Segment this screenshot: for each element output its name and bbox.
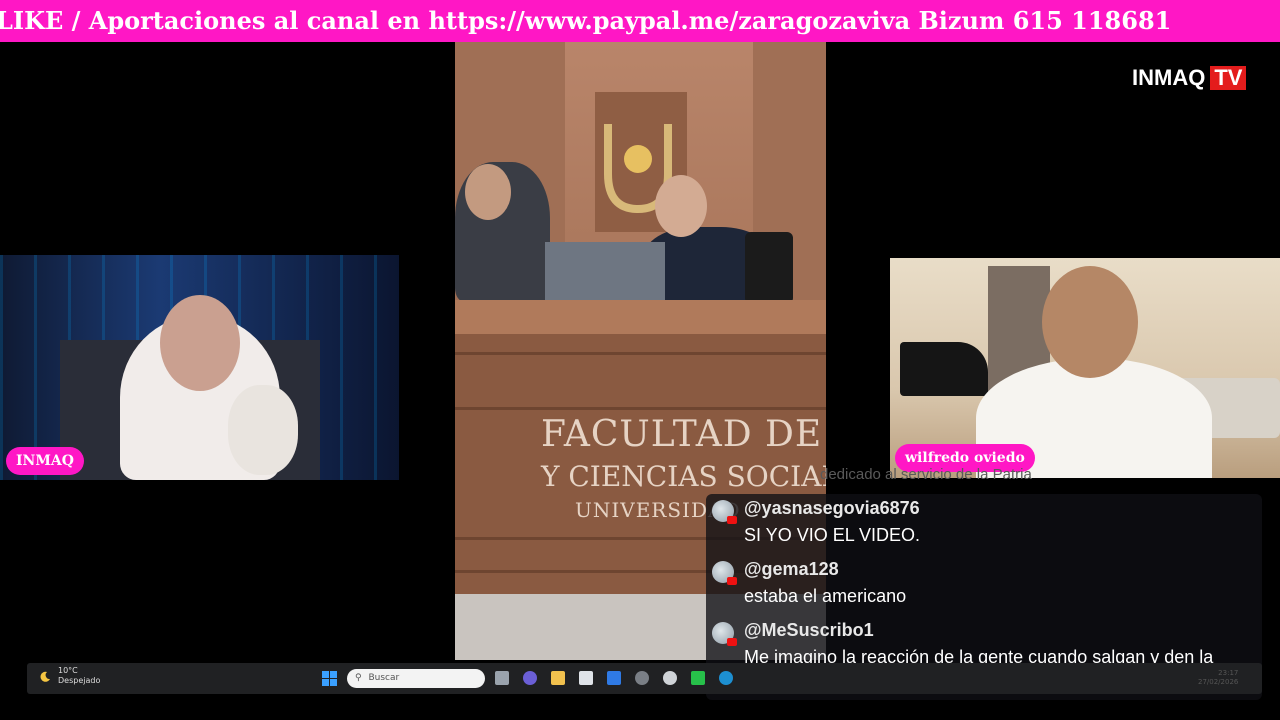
- chat-avatar: [712, 561, 737, 585]
- logo-tv: TV: [1210, 66, 1247, 90]
- weather-temperature: 10°C: [58, 666, 78, 675]
- facade-text-line1: FACULTAD DE: [541, 414, 823, 455]
- guest-head: [1042, 266, 1138, 378]
- desk-line: [455, 352, 826, 355]
- ticker-text: LIKE / Aportaciones al canal en https://…: [0, 6, 1172, 35]
- teams-icon[interactable]: [523, 671, 537, 685]
- mail-icon[interactable]: [607, 671, 621, 685]
- windows-start-icon[interactable]: [322, 671, 337, 686]
- chat-author: @MeSuscribo1: [744, 620, 874, 640]
- app-icon[interactable]: [663, 671, 677, 685]
- search-placeholder: Buscar: [368, 673, 400, 683]
- chat-author: @gema128: [744, 559, 839, 579]
- file-explorer-icon[interactable]: [551, 671, 565, 685]
- chat-avatar: [712, 500, 737, 524]
- plush-toy: [228, 385, 298, 475]
- host-name-tag: INMAQ: [6, 447, 84, 475]
- host-webcam: INMAQ: [0, 255, 399, 480]
- chair: [745, 232, 793, 304]
- laptop: [545, 242, 665, 304]
- youtube-badge-icon: [727, 516, 737, 524]
- youtube-badge-icon: [727, 638, 737, 646]
- desk-line: [455, 407, 826, 410]
- task-view-icon[interactable]: [495, 671, 509, 685]
- app-icon[interactable]: [635, 671, 649, 685]
- clock-time: 23:17: [1218, 669, 1239, 677]
- app-icon[interactable]: [691, 671, 705, 685]
- desk-top: [455, 300, 826, 334]
- panelist-left-head: [465, 164, 511, 220]
- moon-icon: [40, 671, 50, 682]
- host-head: [160, 295, 240, 391]
- donation-ticker: LIKE / Aportaciones al canal en https://…: [0, 0, 1280, 42]
- channel-logo: INMAQ TV: [1132, 64, 1247, 92]
- chat-faded-message: dedicado al servicio de la Patria: [820, 466, 1032, 483]
- chat-author: @yasnasegovia6876: [744, 498, 920, 518]
- search-icon: ⚲: [355, 673, 362, 683]
- chat-avatar: [712, 622, 737, 646]
- chat-text: estaba el americano: [744, 586, 907, 606]
- weather-widget[interactable]: 10°C Despejado: [58, 666, 100, 686]
- weather-condition: Despejado: [58, 676, 101, 685]
- taskbar-clock[interactable]: 23:17 27/02/2026: [1198, 669, 1238, 687]
- taskbar-search[interactable]: ⚲ Buscar: [347, 669, 485, 688]
- clock-date: 27/02/2026: [1198, 678, 1239, 686]
- youtube-badge-icon: [727, 577, 737, 585]
- grand-piano: [900, 342, 988, 396]
- chat-text: SI YO VIO EL VIDEO.: [744, 525, 921, 545]
- logo-brand: INMAQ: [1132, 65, 1206, 90]
- store-icon[interactable]: [579, 671, 593, 685]
- edge-icon[interactable]: [719, 671, 733, 685]
- panelist-center-head: [655, 175, 707, 237]
- facade-text-line2: Y CIENCIAS SOCIAL: [541, 460, 826, 493]
- guest-webcam: wilfredo oviedo: [890, 258, 1280, 478]
